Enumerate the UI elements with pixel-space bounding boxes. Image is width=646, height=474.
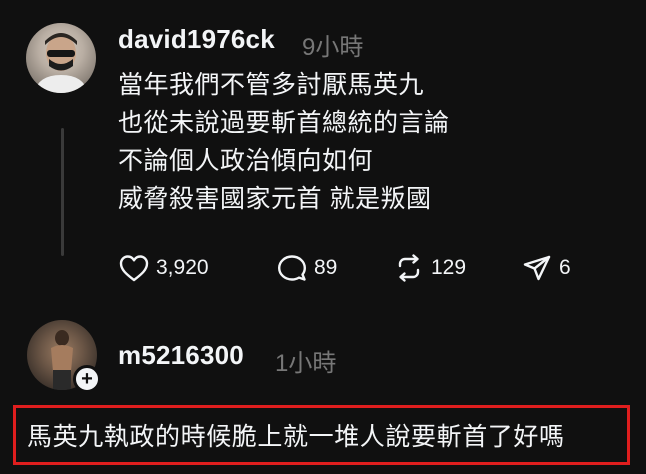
comment-button[interactable]: 89 bbox=[276, 250, 337, 286]
reply-timestamp: 1小時 bbox=[275, 350, 337, 377]
comment-icon bbox=[278, 255, 306, 281]
reply-text: 馬英九執政的時候脆上就一堆人說要斬首了好嗎 bbox=[27, 423, 565, 451]
post-body-line: 不論個人政治傾向如何 bbox=[118, 147, 374, 175]
repost-icon bbox=[398, 254, 420, 282]
comment-count: 89 bbox=[314, 256, 338, 279]
post-body: 當年我們不管多討厭馬英九 也從未說過要斬首總統的言論 不論個人政治傾向如何 威脅… bbox=[118, 66, 638, 218]
post: david1976ck 9小時 當年我們不管多討厭馬英九 也從未說過要斬首總統的… bbox=[0, 0, 646, 320]
thread-line bbox=[61, 128, 64, 256]
repost-count: 129 bbox=[431, 256, 467, 279]
highlighted-reply: 馬英九執政的時候脆上就一堆人說要斬首了好嗎 bbox=[13, 405, 630, 465]
post-actions: 3,920 89 129 6 bbox=[118, 250, 598, 286]
repost-button[interactable]: 129 bbox=[393, 250, 466, 286]
post-username[interactable]: david1976ck bbox=[118, 24, 275, 55]
heart-icon bbox=[119, 255, 149, 282]
send-icon bbox=[523, 255, 551, 281]
profile-photo-icon bbox=[34, 33, 88, 93]
reply-username[interactable]: m5216300 bbox=[118, 340, 244, 371]
post-timestamp: 9小時 bbox=[302, 34, 364, 61]
post-body-line: 當年我們不管多討厭馬英九 bbox=[118, 71, 425, 99]
like-count: 3,920 bbox=[156, 256, 209, 279]
like-button[interactable]: 3,920 bbox=[118, 250, 209, 286]
avatar[interactable] bbox=[26, 23, 96, 93]
follow-plus-icon[interactable]: + bbox=[73, 365, 101, 393]
share-button[interactable]: 6 bbox=[521, 250, 571, 286]
post-body-line: 也從未說過要斬首總統的言論 bbox=[118, 109, 450, 137]
share-count: 6 bbox=[559, 256, 571, 279]
post-body-line: 威脅殺害國家元首 就是叛國 bbox=[118, 185, 432, 213]
